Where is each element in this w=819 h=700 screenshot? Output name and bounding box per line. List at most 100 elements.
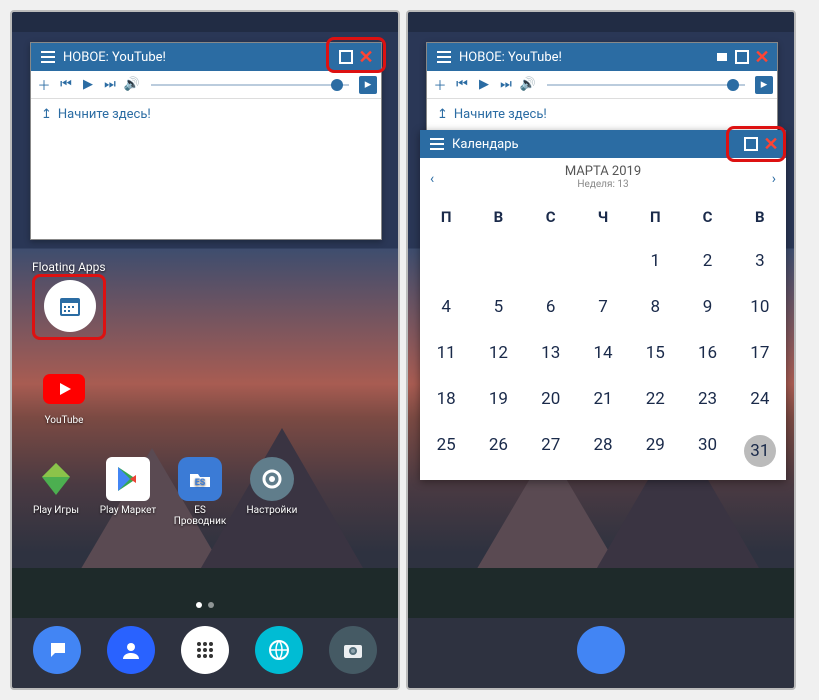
calendar-dow-header: В <box>734 196 786 238</box>
app-label: Play Маркет <box>98 505 158 516</box>
calendar-day-cell[interactable]: 30 <box>681 422 733 480</box>
status-bar <box>12 12 398 32</box>
prev-icon[interactable]: ⏮ <box>57 76 75 94</box>
next-month-icon[interactable]: › <box>772 171 776 187</box>
calendar-day-cell[interactable]: 29 <box>629 422 681 480</box>
calendar-day-cell[interactable]: 11 <box>420 330 472 376</box>
window-title: НОВОЕ: YouTube! <box>459 50 711 65</box>
close-icon[interactable]: ✕ <box>762 135 780 153</box>
window-title: Календарь <box>452 137 740 152</box>
player-toolbar: ＋ ⏮ ▶ ⏭ 🔊 ▸ <box>427 71 777 99</box>
hamburger-icon[interactable] <box>39 48 57 66</box>
calendar-day-cell <box>472 238 524 284</box>
window-titlebar[interactable]: НОВОЕ: YouTube! ✕ <box>427 43 777 71</box>
calendar-day-cell[interactable]: 10 <box>734 284 786 330</box>
app-youtube[interactable]: YouTube <box>34 367 94 426</box>
calendar-day-cell[interactable]: 12 <box>472 330 524 376</box>
calendar-day-cell[interactable]: 21 <box>577 376 629 422</box>
calendar-day-cell[interactable]: 5 <box>472 284 524 330</box>
volume-slider[interactable] <box>547 84 745 86</box>
calendar-day-cell[interactable]: 18 <box>420 376 472 422</box>
messages-icon <box>46 639 68 661</box>
volume-icon[interactable]: 🔊 <box>123 76 141 94</box>
calendar-day-cell[interactable]: 9 <box>681 284 733 330</box>
calendar-day-cell <box>577 238 629 284</box>
next-icon[interactable]: ⏭ <box>497 76 515 94</box>
youtube-floating-window[interactable]: НОВОЕ: YouTube! ✕ ＋ ⏮ ▶ ⏭ 🔊 ▸ ↥ Начните … <box>30 42 382 240</box>
calendar-day-cell[interactable]: 3 <box>734 238 786 284</box>
playlist-icon[interactable]: ▸ <box>755 76 773 94</box>
next-icon[interactable]: ⏭ <box>101 76 119 94</box>
calendar-day-cell[interactable]: 15 <box>629 330 681 376</box>
volume-icon[interactable]: 🔊 <box>519 76 537 94</box>
dock-apps[interactable] <box>181 626 229 674</box>
calendar-day-cell[interactable]: 13 <box>525 330 577 376</box>
calendar-dow-header: С <box>681 196 733 238</box>
app-play-games[interactable]: Play Игры <box>26 457 86 527</box>
window-titlebar[interactable]: НОВОЕ: YouTube! ✕ <box>31 43 381 71</box>
calendar-day-cell[interactable]: 8 <box>629 284 681 330</box>
youtube-floating-window[interactable]: НОВОЕ: YouTube! ✕ ＋ ⏮ ▶ ⏭ 🔊 ▸ ↥ Начните … <box>426 42 778 140</box>
calendar-floating-window[interactable]: Календарь ✕ ‹ МАРТА 2019 Неделя: 13 › ПВ… <box>420 130 786 480</box>
dock-messages[interactable] <box>33 626 81 674</box>
hamburger-icon[interactable] <box>428 135 446 153</box>
calendar-day-cell[interactable]: 22 <box>629 376 681 422</box>
play-games-icon <box>36 459 76 499</box>
calendar-day-cell[interactable]: 27 <box>525 422 577 480</box>
contacts-icon <box>120 639 142 661</box>
maximize-icon[interactable] <box>337 48 355 66</box>
floating-apps-label: Floating Apps <box>32 260 106 274</box>
calendar-grid: ПВСЧПСВ123456789101112131415161718192021… <box>420 196 786 480</box>
dock-camera[interactable] <box>329 626 377 674</box>
app-play-market[interactable]: Play Маркет <box>98 457 158 527</box>
maximize-icon[interactable] <box>733 48 751 66</box>
window-body[interactable]: ↥ Начните здесь! <box>31 99 381 239</box>
calendar-day-cell[interactable]: 28 <box>577 422 629 480</box>
calendar-day-cell[interactable]: 6 <box>525 284 577 330</box>
app-drawer-icon <box>194 639 216 661</box>
window-titlebar[interactable]: Календарь ✕ <box>420 130 786 158</box>
close-icon[interactable]: ✕ <box>753 48 771 66</box>
calendar-day-cell[interactable]: 26 <box>472 422 524 480</box>
prev-month-icon[interactable]: ‹ <box>430 171 434 187</box>
dock-contacts[interactable] <box>107 626 155 674</box>
youtube-icon <box>43 374 85 404</box>
calendar-icon <box>58 294 82 318</box>
calendar-day-cell[interactable]: 23 <box>681 376 733 422</box>
calendar-day-cell[interactable]: 4 <box>420 284 472 330</box>
calendar-launcher[interactable] <box>40 280 100 336</box>
calendar-day-cell[interactable]: 24 <box>734 376 786 422</box>
calendar-day-cell[interactable]: 14 <box>577 330 629 376</box>
volume-slider[interactable] <box>151 84 349 86</box>
calendar-day-cell[interactable]: 20 <box>525 376 577 422</box>
minimize-icon[interactable] <box>713 48 731 66</box>
prev-icon[interactable]: ⏮ <box>453 76 471 94</box>
app-settings[interactable]: Настройки <box>242 457 302 527</box>
calendar-day-cell <box>420 238 472 284</box>
calendar-day-cell[interactable]: 7 <box>577 284 629 330</box>
app-label: Play Игры <box>26 505 86 516</box>
calendar-dow-header: Ч <box>577 196 629 238</box>
play-icon[interactable]: ▶ <box>79 76 97 94</box>
calendar-day-cell[interactable]: 25 <box>420 422 472 480</box>
play-icon[interactable]: ▶ <box>475 76 493 94</box>
dock-messages[interactable] <box>577 626 625 674</box>
calendar-day-cell[interactable]: 19 <box>472 376 524 422</box>
calendar-day-cell[interactable]: 31 <box>734 422 786 480</box>
playlist-icon[interactable]: ▸ <box>359 76 377 94</box>
close-icon[interactable]: ✕ <box>357 48 375 66</box>
add-icon[interactable]: ＋ <box>35 76 53 94</box>
app-es-explorer[interactable]: ES ES Проводник <box>170 457 230 527</box>
window-title: НОВОЕ: YouTube! <box>63 50 335 65</box>
calendar-day-cell[interactable]: 1 <box>629 238 681 284</box>
calendar-day-cell[interactable]: 2 <box>681 238 733 284</box>
calendar-day-cell[interactable]: 16 <box>681 330 733 376</box>
maximize-icon[interactable] <box>742 135 760 153</box>
add-icon[interactable]: ＋ <box>431 76 449 94</box>
hamburger-icon[interactable] <box>435 48 453 66</box>
dock <box>12 618 398 682</box>
dock <box>408 618 794 682</box>
calendar-week-label: Неделя: 13 <box>565 179 641 190</box>
dock-browser[interactable] <box>255 626 303 674</box>
calendar-day-cell[interactable]: 17 <box>734 330 786 376</box>
